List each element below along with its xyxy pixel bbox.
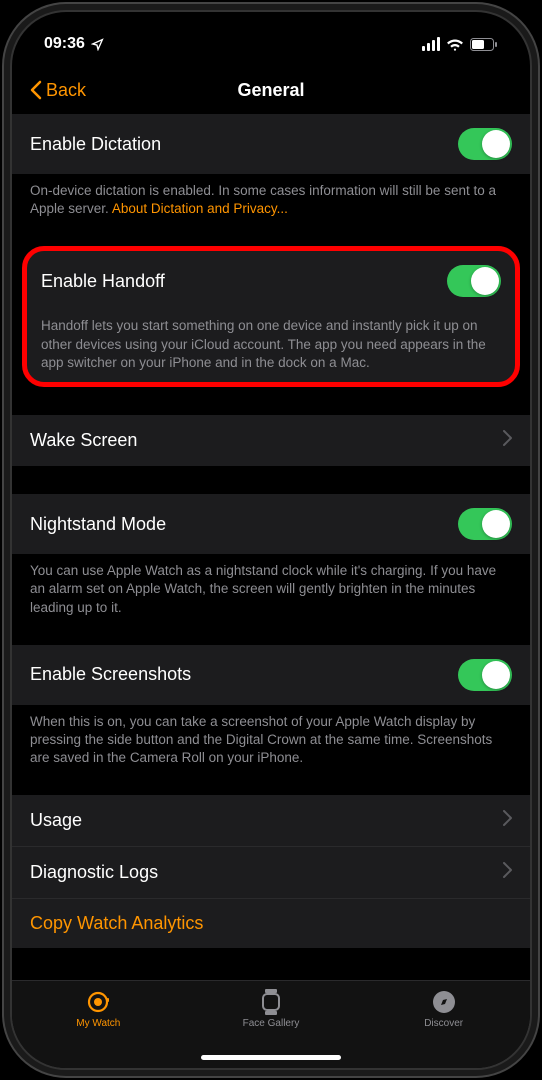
home-indicator[interactable] [201, 1055, 341, 1060]
nightstand-toggle[interactable] [458, 508, 512, 540]
section-usage-group: Usage Diagnostic Logs Copy Watch Analyti… [12, 795, 530, 948]
section-screenshots: Enable Screenshots When this is on, you … [12, 645, 530, 768]
status-time: 09:36 [44, 35, 85, 53]
section-nightstand: Nightstand Mode You can use Apple Watch … [12, 494, 530, 617]
wake-label: Wake Screen [30, 430, 137, 451]
dictation-privacy-link[interactable]: About Dictation and Privacy... [112, 201, 288, 216]
power-button[interactable] [536, 225, 540, 315]
handoff-toggle[interactable] [447, 265, 501, 297]
volume-down-button[interactable] [2, 290, 6, 350]
signal-icon [422, 37, 440, 51]
compass-icon [432, 989, 456, 1015]
battery-icon [470, 38, 498, 51]
tab-discover[interactable]: Discover [358, 989, 529, 1029]
notch [166, 12, 376, 44]
chevron-right-icon [503, 861, 512, 884]
nav-bar: Back General [12, 66, 530, 114]
tab-my-watch[interactable]: My Watch [13, 989, 184, 1029]
tab-bar: My Watch Face Gallery Discover [12, 980, 530, 1068]
phone-frame: 09:36 Back General Enable Dictation [10, 10, 532, 1070]
settings-content[interactable]: Enable Dictation On-device dictation is … [12, 114, 530, 980]
mute-switch[interactable] [2, 160, 6, 194]
screenshots-toggle[interactable] [458, 659, 512, 691]
screenshots-label: Enable Screenshots [30, 664, 191, 685]
nav-title: General [12, 80, 530, 101]
row-usage[interactable]: Usage [12, 795, 530, 846]
back-button[interactable]: Back [30, 80, 86, 101]
nightstand-footer: You can use Apple Watch as a nightstand … [12, 554, 530, 617]
face-gallery-icon [260, 989, 282, 1015]
row-screenshots[interactable]: Enable Screenshots [12, 645, 530, 705]
dictation-toggle[interactable] [458, 128, 512, 160]
handoff-highlight: Enable Handoff Handoff lets you start so… [22, 246, 520, 387]
row-wake-screen[interactable]: Wake Screen [12, 415, 530, 466]
dictation-footer: On-device dictation is enabled. In some … [12, 174, 530, 218]
location-icon [91, 38, 104, 51]
row-enable-dictation[interactable]: Enable Dictation [12, 114, 530, 174]
section-handoff: Enable Handoff Handoff lets you start so… [12, 246, 530, 387]
row-copy-analytics[interactable]: Copy Watch Analytics [12, 898, 530, 948]
volume-up-button[interactable] [2, 215, 6, 275]
analytics-label: Copy Watch Analytics [30, 913, 203, 934]
dictation-label: Enable Dictation [30, 134, 161, 155]
tab-my-watch-label: My Watch [76, 1018, 120, 1029]
row-nightstand[interactable]: Nightstand Mode [12, 494, 530, 554]
handoff-footer: Handoff lets you start something on one … [27, 311, 515, 372]
handoff-label: Enable Handoff [41, 271, 165, 292]
diagnostic-label: Diagnostic Logs [30, 862, 158, 883]
watch-icon [85, 989, 111, 1015]
chevron-left-icon [30, 80, 42, 100]
section-dictation: Enable Dictation On-device dictation is … [12, 114, 530, 218]
nightstand-label: Nightstand Mode [30, 514, 166, 535]
tab-discover-label: Discover [424, 1018, 463, 1029]
usage-label: Usage [30, 810, 82, 831]
section-wake: Wake Screen [12, 415, 530, 466]
chevron-right-icon [503, 429, 512, 452]
chevron-right-icon [503, 809, 512, 832]
row-diagnostic-logs[interactable]: Diagnostic Logs [12, 846, 530, 898]
row-enable-handoff[interactable]: Enable Handoff [27, 251, 515, 311]
back-label: Back [46, 80, 86, 101]
tab-face-gallery-label: Face Gallery [243, 1018, 300, 1029]
tab-face-gallery[interactable]: Face Gallery [186, 989, 357, 1029]
screenshots-footer: When this is on, you can take a screensh… [12, 705, 530, 768]
wifi-icon [446, 37, 464, 51]
